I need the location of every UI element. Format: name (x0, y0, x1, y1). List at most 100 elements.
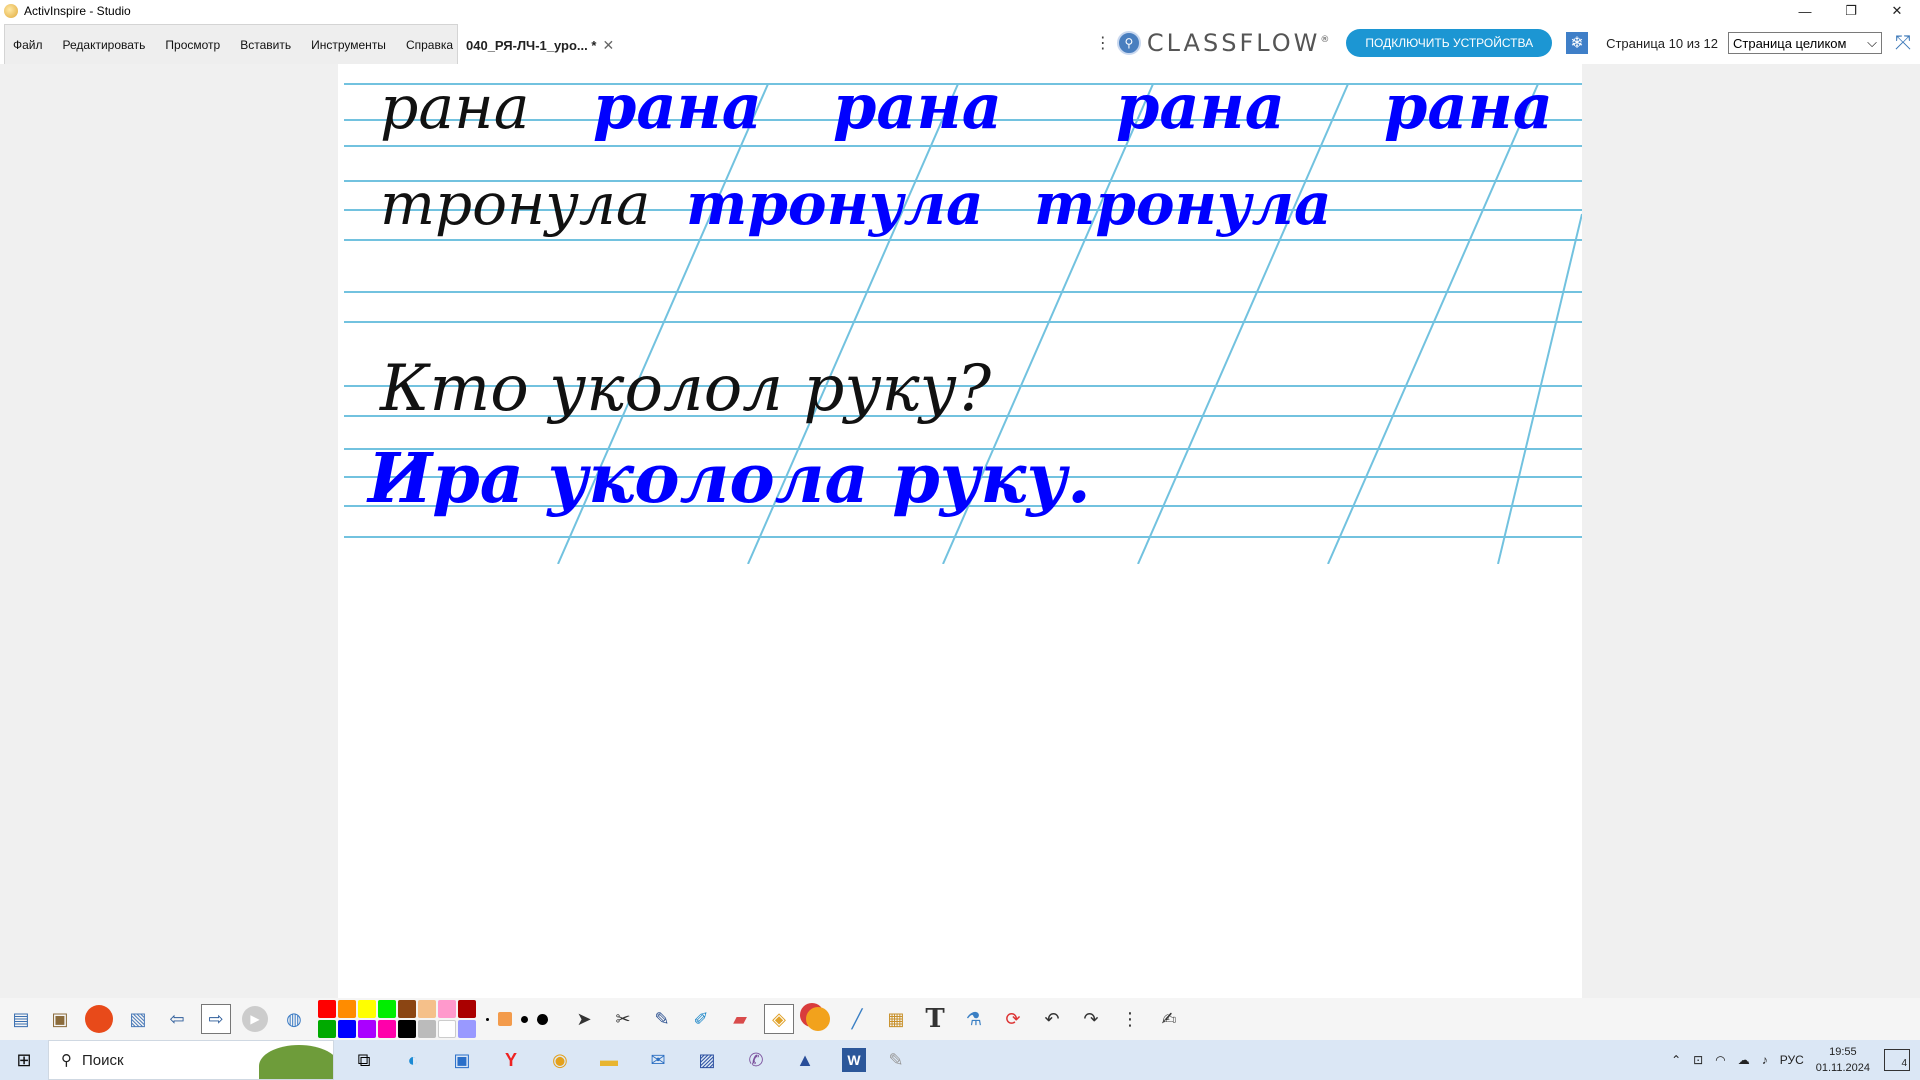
windows-taskbar: ⊞ ⚲ Поиск ⧉ ◐ ▣ Y ◉ ▬ ✉ ▨ ✆ ▲ W ✎ ⌃ ⊡ ◠ … (0, 1040, 1920, 1080)
window-controls: — ❐ ✕ (1782, 0, 1920, 22)
color-swatch-green[interactable] (378, 1000, 396, 1018)
browsers-icon[interactable]: ▤ (6, 1004, 36, 1034)
main-toolbox: ▤ ▣ ▧ ⇦ ⇨ ▶ ◍ ➤ ✂ ✎ ✐ ▰ ◈ ╱ ▦ T ⚗ ⟳ ↶ ↷ (0, 998, 1920, 1040)
clock[interactable]: 19:55 01.11.2024 (1816, 1044, 1870, 1076)
pen-red-icon[interactable] (84, 1004, 114, 1034)
eraser-icon[interactable]: ▰ (725, 1004, 755, 1034)
menu-tools[interactable]: Инструменты (311, 38, 386, 52)
color-swatch-darkred[interactable] (458, 1000, 476, 1018)
color-swatch-black[interactable] (398, 1020, 416, 1038)
copy-word-tronula-1: тронула (686, 170, 984, 238)
fullscreen-icon[interactable]: ⤧ (1892, 32, 1914, 54)
reset-icon[interactable]: ⟳ (998, 1004, 1028, 1034)
notifications-icon[interactable]: 4 (1884, 1049, 1910, 1071)
menu-insert[interactable]: Вставить (240, 38, 291, 52)
menu-help[interactable]: Справка (406, 38, 453, 52)
menu-view[interactable]: Просмотр (165, 38, 220, 52)
redo-icon[interactable]: ↷ (1076, 1004, 1106, 1034)
width-large-icon[interactable] (537, 1013, 548, 1025)
zoom-select[interactable]: Страница целиком ⌵ (1728, 32, 1882, 54)
clipboard-icon[interactable]: ▦ (881, 1004, 911, 1034)
spray-icon[interactable]: ⚗ (959, 1004, 989, 1034)
tray-chevron-up-icon[interactable]: ⌃ (1671, 1053, 1681, 1067)
wifi-icon[interactable]: ◠ (1715, 1053, 1725, 1067)
menu-file[interactable]: Файл (13, 38, 43, 52)
user-icon[interactable]: ▣ (45, 1004, 75, 1034)
clock-time: 19:55 (1829, 1046, 1857, 1058)
clock-date: 01.11.2024 (1815, 1062, 1870, 1074)
search-placeholder: Поиск (82, 1051, 124, 1069)
document-tab[interactable]: 040_РЯ-ЛЧ-1_уро... * ✕ (466, 32, 614, 58)
more-vertical-icon[interactable]: ⋮ (1095, 33, 1111, 53)
classflow-brand: CLASSFLOW® (1146, 29, 1333, 57)
restore-button[interactable]: ❐ (1828, 0, 1874, 22)
play-icon[interactable]: ▶ (240, 1004, 270, 1034)
taskbar-search[interactable]: ⚲ Поиск (48, 1040, 334, 1080)
snowflake-icon[interactable]: ❄ (1566, 32, 1589, 54)
minimize-button[interactable]: — (1782, 0, 1828, 22)
workspace: рана рана рана рана рана тронула тронула… (0, 64, 1920, 998)
activinspire-app-icon (4, 4, 18, 18)
title-bar: ActivInspire - Studio — ❐ ✕ (0, 0, 1920, 22)
photo-icon[interactable]: ▧ (123, 1004, 153, 1034)
activinspire-taskbar-icon[interactable]: ✎ (877, 1041, 915, 1079)
task-view-icon[interactable]: ⧉ (345, 1041, 383, 1079)
chrome-icon[interactable]: ◉ (541, 1041, 579, 1079)
onedrive-icon[interactable]: ☁ (1738, 1053, 1750, 1067)
tray-device-icon[interactable]: ⊡ (1693, 1053, 1703, 1067)
width-current-icon[interactable] (498, 1012, 512, 1026)
edge-icon[interactable]: ◐ (394, 1041, 432, 1079)
select-arrow-icon[interactable]: ➤ (569, 1004, 599, 1034)
connect-devices-button[interactable]: ПОДКЛЮЧИТЬ УСТРОЙСТВА (1346, 29, 1553, 57)
copy-word-rana-1: рана (593, 70, 762, 143)
globe-icon[interactable]: ◍ (279, 1004, 309, 1034)
pen-icon[interactable]: ✎ (647, 1004, 677, 1034)
color-swatch-blue[interactable] (338, 1020, 356, 1038)
undo-icon[interactable]: ↶ (1037, 1004, 1067, 1034)
color-swatch-white[interactable] (438, 1020, 456, 1038)
connector-icon[interactable]: ╱ (842, 1004, 872, 1034)
next-page-icon[interactable]: ⇨ (201, 1004, 231, 1034)
main-menu: Файл Редактировать Просмотр Вставить Инс… (4, 24, 458, 64)
close-button[interactable]: ✕ (1874, 0, 1920, 22)
mail-icon[interactable]: ✉ (639, 1041, 677, 1079)
photos-icon[interactable]: ▨ (688, 1041, 726, 1079)
prev-page-icon[interactable]: ⇦ (162, 1004, 192, 1034)
text-icon[interactable]: T (920, 1004, 950, 1034)
width-medium-icon[interactable] (521, 1015, 528, 1023)
flipchart-page[interactable]: рана рана рана рана рана тронула тронула… (338, 64, 1582, 998)
language-indicator[interactable]: РУС (1780, 1053, 1804, 1067)
close-tab-icon[interactable]: ✕ (602, 37, 614, 54)
volume-icon[interactable]: ♪ (1762, 1053, 1768, 1067)
store-icon[interactable]: ▣ (443, 1041, 481, 1079)
color-palette (318, 1000, 476, 1038)
viber-icon[interactable]: ✆ (737, 1041, 775, 1079)
color-swatch-yellow[interactable] (358, 1000, 376, 1018)
sample-sentence-question: Кто уколол руку? (379, 352, 992, 426)
astra-icon[interactable]: ▲ (786, 1041, 824, 1079)
color-swatch-purple[interactable] (358, 1020, 376, 1038)
more-icon[interactable]: ⋮ (1115, 1004, 1145, 1034)
color-swatch-brown[interactable] (398, 1000, 416, 1018)
yandex-browser-icon[interactable]: Y (492, 1041, 530, 1079)
file-explorer-icon[interactable]: ▬ (590, 1041, 628, 1079)
search-illustration (259, 1045, 333, 1079)
windows-start-icon[interactable]: ⊞ (0, 1040, 48, 1080)
width-small-icon[interactable] (486, 1017, 489, 1021)
color-swatch-lavender[interactable] (458, 1020, 476, 1038)
color-swatch-darkgreen[interactable] (318, 1020, 336, 1038)
color-swatch-gray[interactable] (418, 1020, 436, 1038)
highlighter-icon[interactable]: ✐ (686, 1004, 716, 1034)
fill-icon[interactable]: ◈ (764, 1004, 794, 1034)
word-icon[interactable]: W (842, 1048, 866, 1072)
color-swatch-peach[interactable] (418, 1000, 436, 1018)
color-swatch-magenta[interactable] (378, 1020, 396, 1038)
color-swatch-orange[interactable] (338, 1000, 356, 1018)
shapes-icon[interactable] (803, 1004, 833, 1034)
dock-icon[interactable]: ✍ (1154, 1004, 1184, 1034)
color-swatch-red[interactable] (318, 1000, 336, 1018)
menu-edit[interactable]: Редактировать (63, 38, 146, 52)
classflow-logo-icon: ⚲ (1116, 31, 1141, 55)
tools-icon[interactable]: ✂ (608, 1004, 638, 1034)
color-swatch-pink[interactable] (438, 1000, 456, 1018)
